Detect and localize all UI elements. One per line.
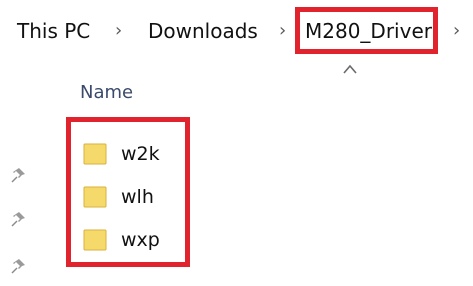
breadcrumb-separator-icon[interactable]: › bbox=[279, 14, 286, 48]
breadcrumb-item-downloads[interactable]: Downloads bbox=[148, 14, 258, 48]
pin-icon[interactable] bbox=[10, 210, 28, 228]
highlight-box-breadcrumb bbox=[295, 7, 438, 54]
sort-ascending-icon bbox=[343, 64, 357, 74]
pin-icon[interactable] bbox=[10, 166, 28, 184]
highlight-box-file-list bbox=[66, 117, 190, 267]
explorer-window: This PC › Downloads › M280_Driver › Name bbox=[0, 0, 473, 286]
pin-icon[interactable] bbox=[10, 257, 28, 275]
column-header-name[interactable]: Name bbox=[80, 82, 133, 103]
breadcrumb-separator-icon[interactable]: › bbox=[453, 14, 460, 48]
breadcrumb-separator-icon[interactable]: › bbox=[115, 14, 122, 48]
breadcrumb: This PC › Downloads › M280_Driver › bbox=[0, 0, 473, 62]
breadcrumb-item-this-pc[interactable]: This PC bbox=[17, 14, 90, 48]
